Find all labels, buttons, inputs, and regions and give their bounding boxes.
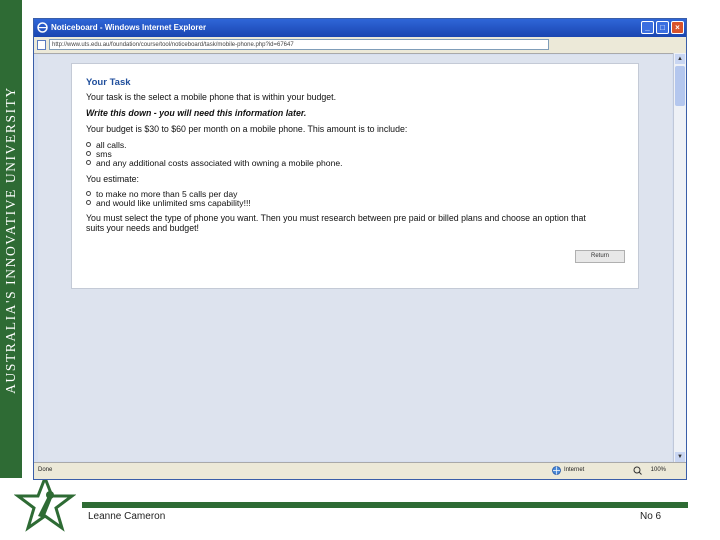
task-panel: Your Task Your task is the select a mobi…	[71, 63, 639, 289]
bullet-icon	[86, 160, 91, 165]
address-bar: http://www.uts.edu.au/foundation/course/…	[34, 37, 686, 54]
instructions-line-1: You must select the type of phone you wa…	[86, 213, 586, 223]
internet-explorer-icon	[37, 22, 48, 33]
browser-title: Noticeboard - Windows Internet Explorer	[51, 23, 207, 32]
footer-author: Leanne Cameron	[88, 511, 166, 522]
estimate-label: You estimate:	[86, 174, 139, 184]
budget-text: Your budget is $30 to $60 per month on a…	[86, 124, 408, 134]
browser-titlebar: Noticeboard - Windows Internet Explorer …	[34, 19, 686, 37]
bullet-icon	[86, 142, 91, 147]
maximize-button[interactable]: □	[656, 21, 669, 34]
status-bar: Done Internet 100%	[34, 462, 686, 479]
globe-icon	[552, 466, 561, 475]
zoom-level[interactable]: 100%	[651, 467, 666, 473]
scroll-thumb[interactable]	[675, 66, 685, 106]
close-button[interactable]: ×	[671, 21, 684, 34]
vertical-scrollbar[interactable]: ▲ ▼	[673, 53, 686, 463]
return-button[interactable]: Return	[575, 250, 625, 263]
write-down-note: Write this down - you will need this inf…	[86, 108, 307, 118]
bullet-icon	[86, 191, 91, 196]
scroll-down-arrow-icon[interactable]: ▼	[675, 452, 685, 462]
estimate-item: and would like unlimited sms capability!…	[96, 198, 251, 208]
slide-number: No 6	[640, 511, 662, 522]
task-intro: Your task is the select a mobile phone t…	[86, 92, 337, 102]
instructions-line-2: suits your needs and budget!	[86, 223, 199, 233]
include-item: and any additional costs associated with…	[96, 158, 343, 168]
task-title: Your Task	[86, 77, 131, 88]
footer-divider	[82, 502, 688, 508]
list-item: and any additional costs associated with…	[86, 158, 343, 168]
page-icon	[37, 40, 46, 50]
bullet-icon	[86, 200, 91, 205]
zoom-icon[interactable]	[633, 466, 642, 475]
bullet-icon	[86, 151, 91, 156]
minimize-button[interactable]: _	[641, 21, 654, 34]
university-star-logo-icon	[14, 476, 76, 532]
list-item: and would like unlimited sms capability!…	[86, 198, 251, 208]
scroll-up-arrow-icon[interactable]: ▲	[675, 54, 685, 64]
university-banner: AUSTRALIA'S INNOVATIVE UNIVERSITY	[0, 0, 22, 478]
security-zone: Internet	[564, 467, 585, 473]
university-tagline: AUSTRALIA'S INNOVATIVE UNIVERSITY	[3, 86, 18, 394]
status-text: Done	[38, 467, 53, 473]
url-field[interactable]: http://www.uts.edu.au/foundation/course/…	[49, 39, 549, 50]
